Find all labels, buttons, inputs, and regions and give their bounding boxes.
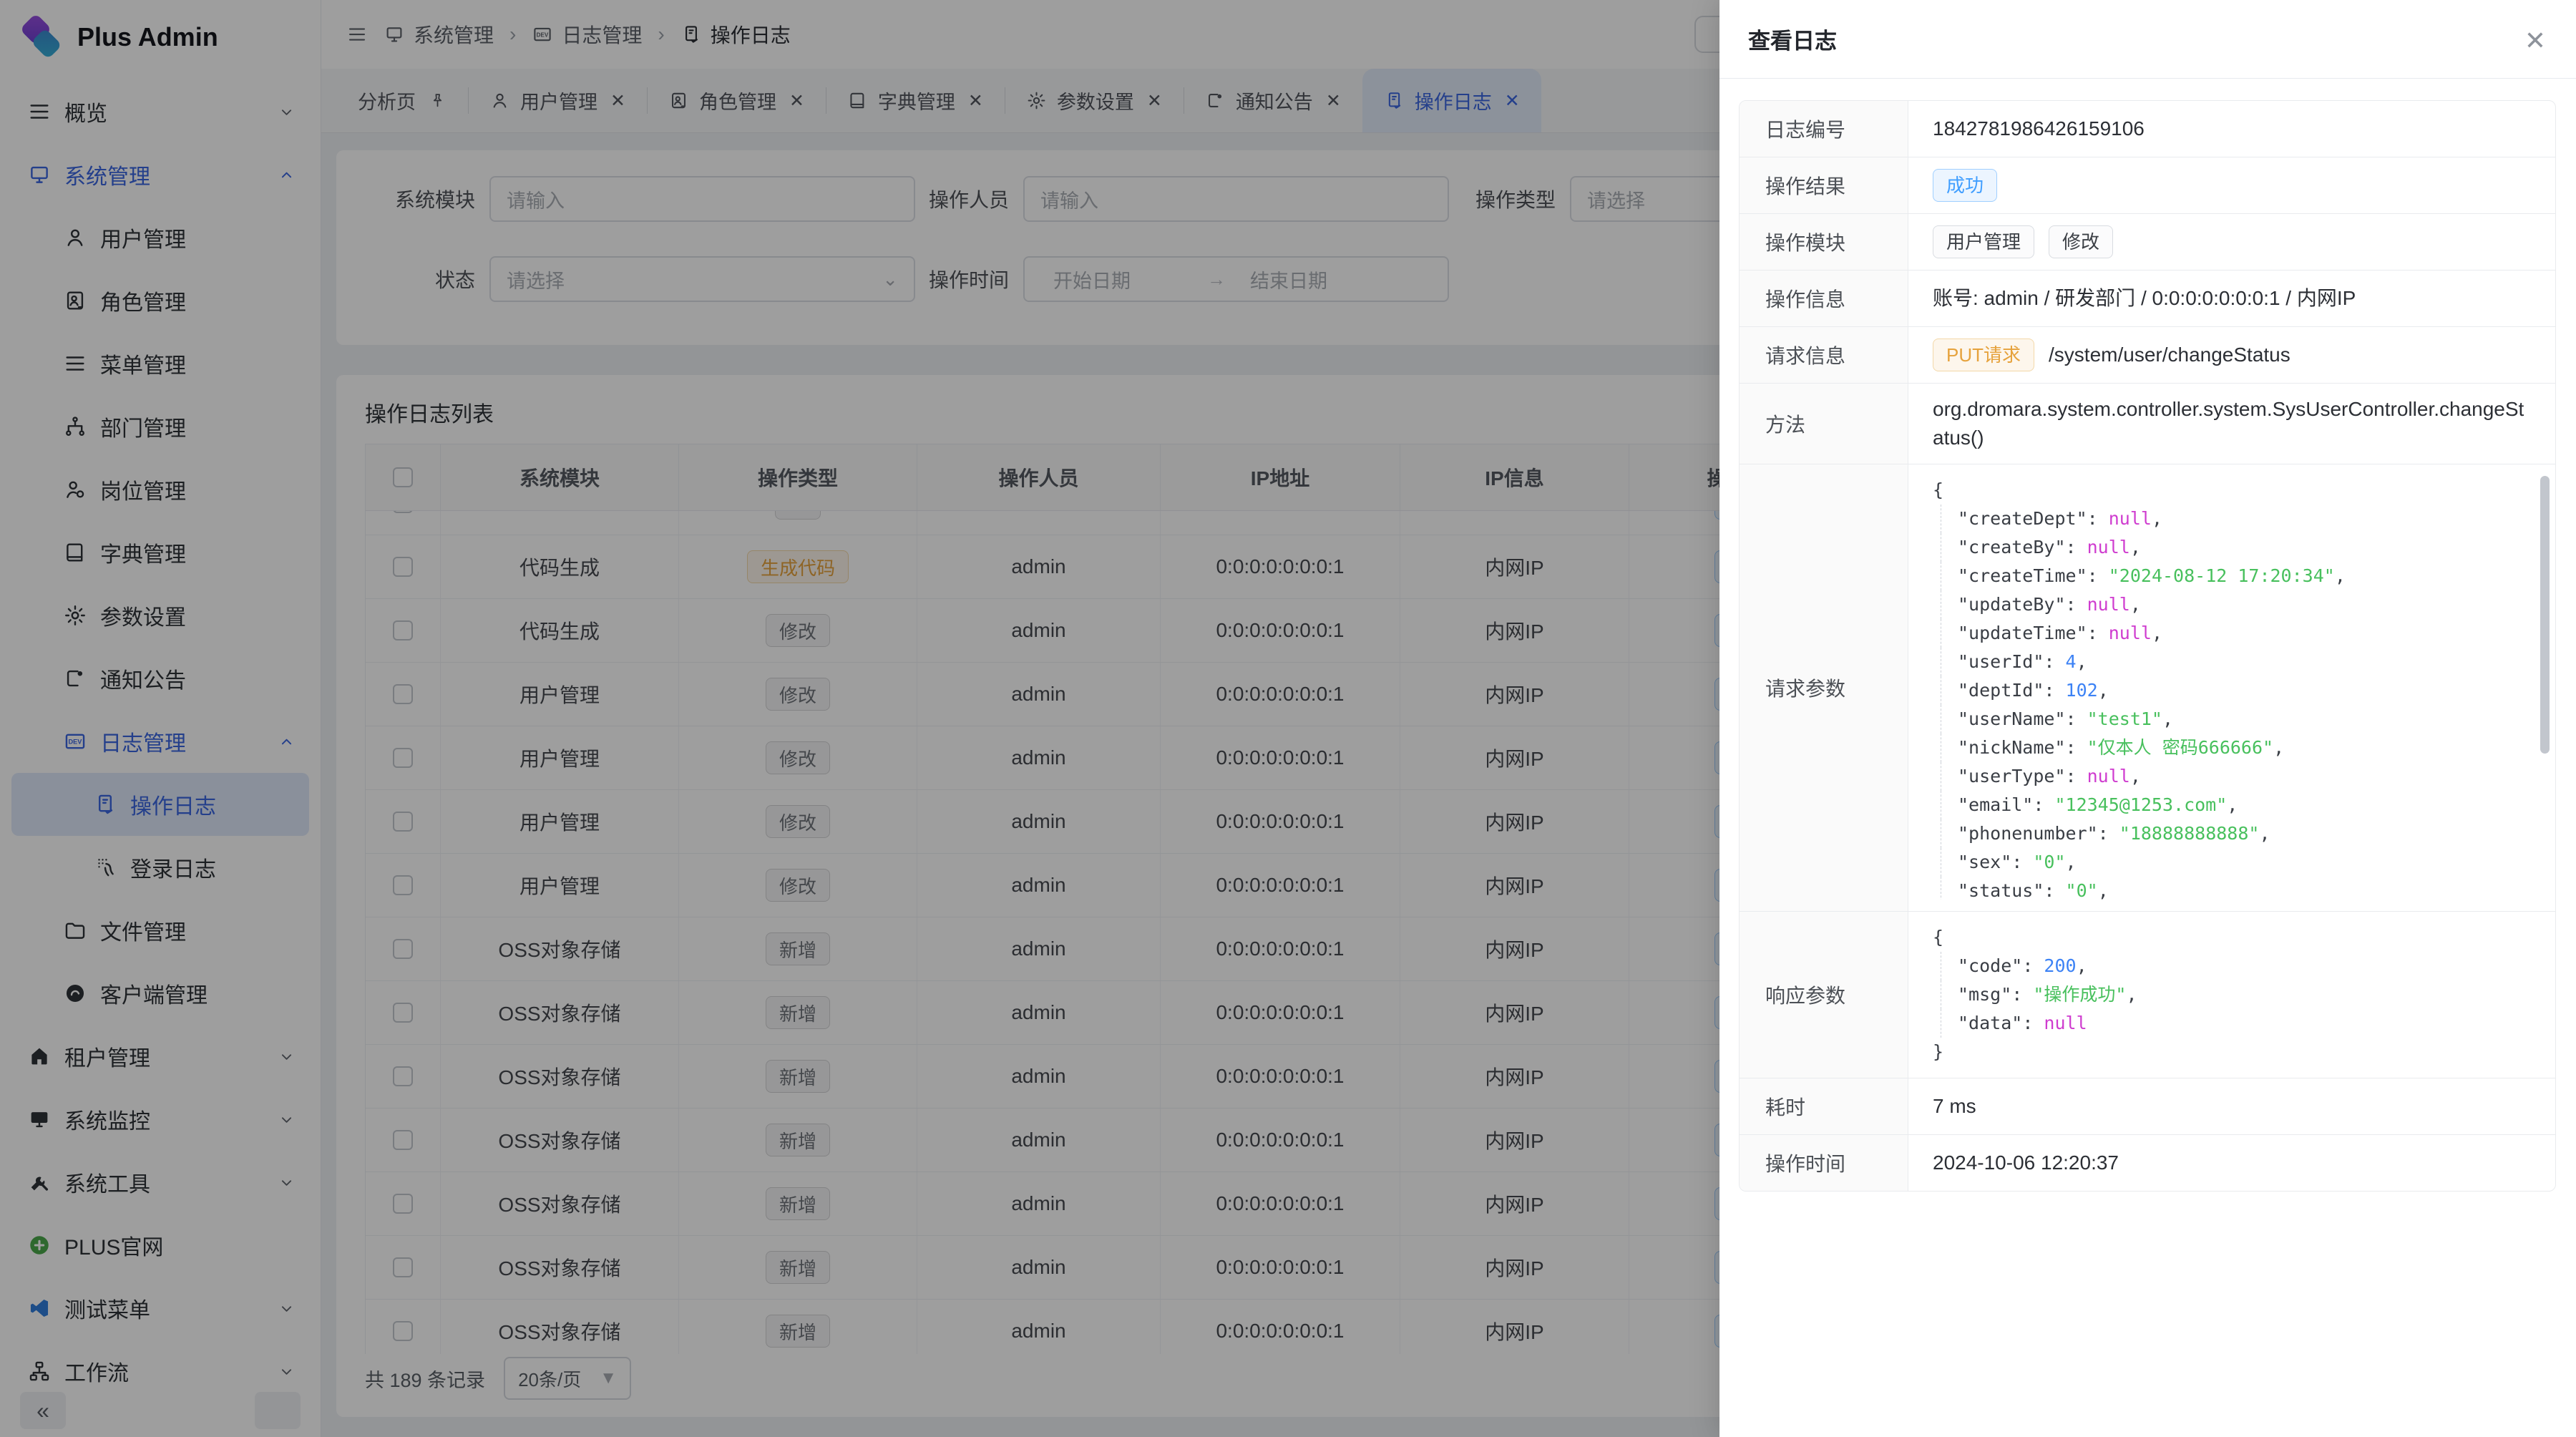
close-icon[interactable]: ✕ [2524, 26, 2546, 56]
detail-label: 耗时 [1740, 1078, 1908, 1134]
detail-value: 账号: admin / 研发部门 / 0:0:0:0:0:0:0:1 / 内网I… [1908, 271, 2555, 326]
detail-row: 操作信息账号: admin / 研发部门 / 0:0:0:0:0:0:0:1 /… [1740, 271, 2555, 327]
drawer-mask[interactable] [0, 0, 1720, 1437]
detail-value: {"code": 200,"msg": "操作成功","data": null} [1908, 912, 2555, 1078]
detail-value: 7 ms [1908, 1078, 2555, 1134]
detail-label: 操作结果 [1740, 157, 1908, 213]
detail-row: 方法org.dromara.system.controller.system.S… [1740, 384, 2555, 464]
detail-row: 耗时7 ms [1740, 1078, 2555, 1135]
json-code: {"code": 200,"msg": "操作成功","data": null} [1933, 923, 2531, 1066]
drawer-header: 查看日志 [1719, 0, 2576, 79]
detail-row: 操作时间2024-10-06 12:20:37 [1740, 1135, 2555, 1191]
view-log-drawer: 查看日志 ✕ 日志编号1842781986426159106操作结果成功操作模块… [1719, 0, 2576, 1437]
module-tag: 用户管理 [1933, 225, 2034, 258]
detail-value: 成功 [1908, 157, 2555, 213]
detail-value: 用户管理修改 [1908, 214, 2555, 270]
detail-value: {"createDept": null,"createBy": null,"cr… [1908, 464, 2555, 911]
detail-label: 请求信息 [1740, 327, 1908, 383]
detail-row: 请求信息PUT请求/system/user/changeStatus [1740, 327, 2555, 384]
detail-value: PUT请求/system/user/changeStatus [1908, 327, 2555, 383]
json-scroll-area[interactable]: {"createDept": null,"createBy": null,"cr… [1933, 476, 2531, 900]
detail-label: 请求参数 [1740, 464, 1908, 911]
request-url: /system/user/changeStatus [2049, 341, 2290, 369]
detail-label: 响应参数 [1740, 912, 1908, 1078]
detail-row: 日志编号1842781986426159106 [1740, 101, 2555, 157]
detail-label: 日志编号 [1740, 101, 1908, 157]
request-method-tag: PUT请求 [1933, 338, 2034, 371]
drawer-title: 查看日志 [1748, 23, 1837, 55]
detail-row: 操作结果成功 [1740, 157, 2555, 214]
json-code: {"createDept": null,"createBy": null,"cr… [1933, 476, 2531, 900]
detail-label: 操作信息 [1740, 271, 1908, 326]
detail-label: 操作模块 [1740, 214, 1908, 270]
detail-row: 操作模块用户管理修改 [1740, 214, 2555, 271]
scrollbar-thumb[interactable] [2540, 476, 2550, 754]
detail-value: org.dromara.system.controller.system.Sys… [1908, 384, 2555, 464]
detail-row: 响应参数{"code": 200,"msg": "操作成功","data": n… [1740, 912, 2555, 1078]
module-tag: 修改 [2049, 225, 2113, 258]
detail-label: 方法 [1740, 384, 1908, 464]
detail-label: 操作时间 [1740, 1135, 1908, 1191]
log-detail-table: 日志编号1842781986426159106操作结果成功操作模块用户管理修改操… [1739, 100, 2556, 1192]
result-tag: 成功 [1933, 169, 1997, 202]
detail-row: 请求参数{"createDept": null,"createBy": null… [1740, 464, 2555, 912]
detail-value: 2024-10-06 12:20:37 [1908, 1135, 2555, 1191]
detail-value: 1842781986426159106 [1908, 101, 2555, 157]
